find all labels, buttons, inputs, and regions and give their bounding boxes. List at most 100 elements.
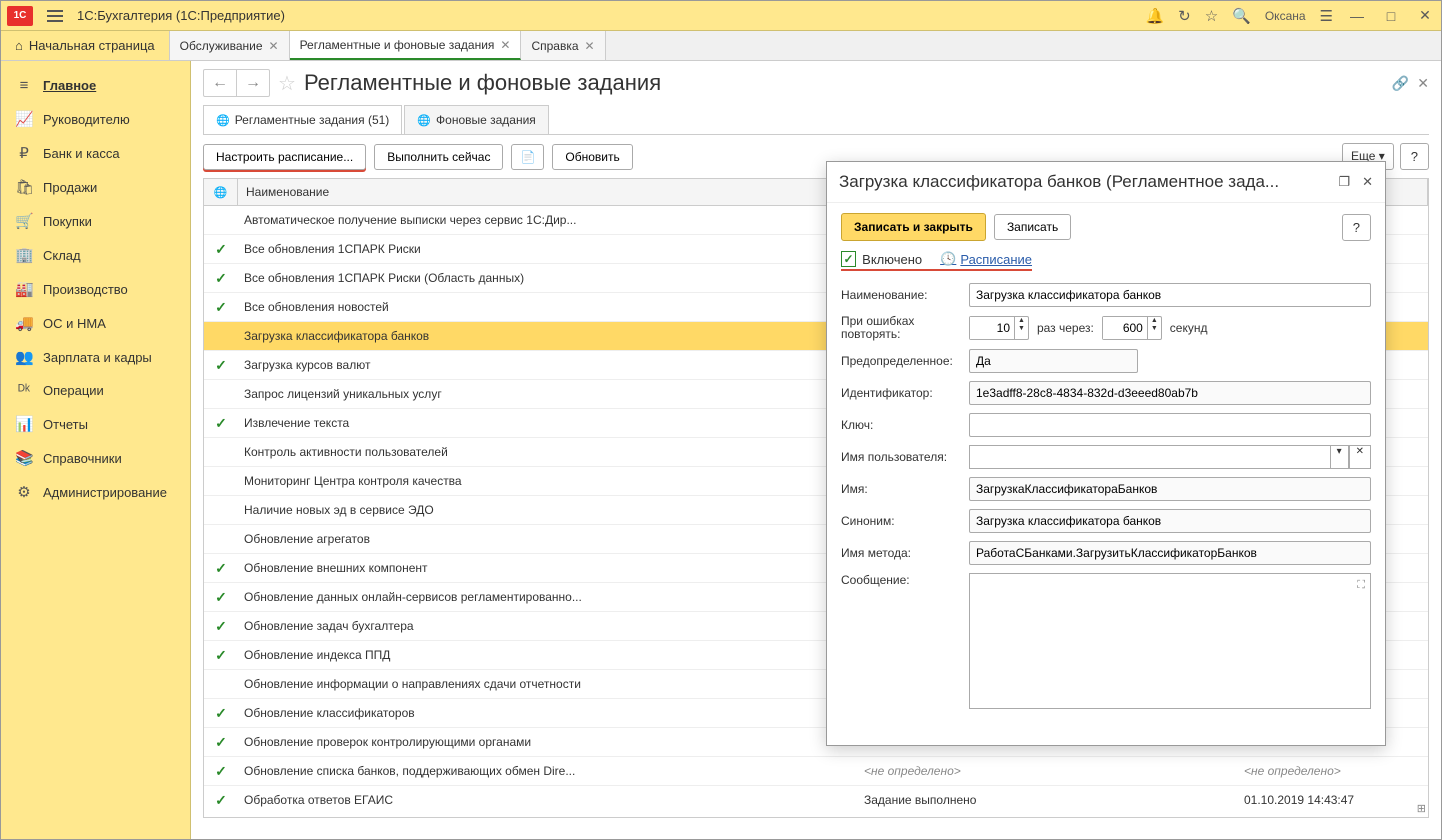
- close-tab-icon[interactable]: ✕: [1417, 75, 1429, 92]
- maximize-button[interactable]: □: [1381, 8, 1401, 24]
- tab-close-icon[interactable]: ✕: [585, 39, 595, 53]
- spinner-down-icon[interactable]: ▼: [1015, 325, 1028, 333]
- save-button[interactable]: Записать: [994, 214, 1071, 240]
- label-name: Наименование:: [841, 288, 961, 302]
- dialog-help-button[interactable]: ?: [1342, 214, 1371, 241]
- sidebar-item[interactable]: 🏢Склад: [1, 238, 190, 272]
- sidebar-item[interactable]: 📊Отчеты: [1, 407, 190, 441]
- dialog-close-icon[interactable]: ✕: [1362, 174, 1373, 190]
- sidebar-item-label: Банк и касса: [43, 146, 120, 161]
- search-icon[interactable]: 🔍: [1232, 7, 1251, 25]
- cell-name: Все обновления 1СПАРК Риски (Область дан…: [238, 271, 858, 285]
- help-button[interactable]: ?: [1400, 143, 1429, 170]
- tab-home[interactable]: ⌂ Начальная страница: [1, 31, 170, 60]
- cell-name: Запрос лицензий уникальных услуг: [238, 387, 858, 401]
- column-status-icon[interactable]: 🌐: [204, 179, 238, 205]
- save-close-button[interactable]: Записать и закрыть: [841, 213, 986, 241]
- input-message[interactable]: [969, 573, 1371, 709]
- check-icon: ✓: [204, 357, 238, 374]
- document-tab[interactable]: Регламентные и фоновые задания✕: [290, 31, 522, 60]
- expand-icon[interactable]: ⛶: [1357, 579, 1365, 592]
- nav-back-button[interactable]: ←: [204, 70, 236, 96]
- sidebar-item[interactable]: 📚Справочники: [1, 441, 190, 475]
- sidebar-item-icon: 📈: [15, 110, 33, 128]
- sidebar-item[interactable]: ⚙Администрирование: [1, 475, 190, 509]
- cell-name: Обновление агрегатов: [238, 532, 858, 546]
- sidebar-item-icon: ⚙: [15, 483, 33, 501]
- retry-count-input[interactable]: [970, 317, 1014, 339]
- sidebar-item[interactable]: 🛍Продажи: [1, 170, 190, 204]
- sidebar: ≡Главное📈Руководителю ₽ Банк и касса 🛍Прода…: [1, 61, 191, 839]
- sidebar-item[interactable]: 🏭Производство: [1, 272, 190, 306]
- run-now-button[interactable]: Выполнить сейчас: [374, 144, 503, 170]
- input-key[interactable]: [969, 413, 1371, 437]
- table-row[interactable]: ✓ Обработка ответов ЕГАИС Задание выполн…: [204, 786, 1428, 814]
- content-area: ← → ☆ Регламентные и фоновые задания 🔗 ✕…: [191, 61, 1441, 839]
- document-tab[interactable]: Справка✕: [521, 31, 605, 60]
- titlebar-actions: 🔔 ↻ ☆ 🔍 Оксана ☰ — □ ✕: [1145, 7, 1435, 25]
- globe-icon: 🌐: [417, 114, 431, 127]
- tab-label: Обслуживание: [180, 39, 263, 53]
- check-icon: ✓: [204, 705, 238, 722]
- favorite-star-icon[interactable]: ☆: [278, 71, 296, 96]
- cell-name: Загрузка курсов валют: [238, 358, 858, 372]
- refresh-button[interactable]: Обновить: [552, 144, 632, 170]
- sidebar-item-label: Главное: [43, 78, 96, 93]
- star-icon[interactable]: ☆: [1205, 7, 1218, 25]
- sidebar-item[interactable]: 🛒Покупки: [1, 204, 190, 238]
- input-method: [969, 541, 1371, 565]
- cell-name: Контроль активности пользователей: [238, 445, 858, 459]
- sidebar-item[interactable]: ᴰᵏОперации: [1, 374, 190, 407]
- subtab[interactable]: 🌐Регламентные задания (51): [203, 105, 402, 134]
- retry-count-spinner[interactable]: ▲▼: [969, 316, 1029, 340]
- schedule-link[interactable]: 🕓 Расписание: [940, 251, 1032, 267]
- cell-date: 01.10.2019 14:43:47: [1238, 793, 1428, 807]
- sidebar-item-icon: 🛍: [15, 178, 33, 196]
- spinner-down-icon[interactable]: ▼: [1148, 325, 1161, 333]
- table-row[interactable]: ✓ Обновление списка банков, поддерживающ…: [204, 757, 1428, 786]
- combo-clear-icon[interactable]: ✕: [1349, 445, 1371, 469]
- tab-close-icon[interactable]: ✕: [500, 38, 510, 52]
- close-button[interactable]: ✕: [1415, 7, 1435, 24]
- sidebar-item[interactable]: 🚚ОС и НМА: [1, 306, 190, 340]
- cell-state: <не определено>: [858, 764, 1238, 778]
- dialog-restore-icon[interactable]: ❐: [1338, 174, 1350, 190]
- sidebar-item-icon: 📚: [15, 449, 33, 467]
- enabled-checkbox[interactable]: ✓: [841, 251, 856, 267]
- minimize-button[interactable]: —: [1347, 8, 1367, 24]
- user-name[interactable]: Оксана: [1265, 9, 1306, 23]
- label-retry-times: раз через:: [1037, 321, 1094, 335]
- retry-interval-input[interactable]: [1103, 317, 1147, 339]
- input-name[interactable]: [969, 283, 1371, 307]
- cell-date: <не определено>: [1238, 764, 1428, 778]
- cell-state: Задание выполнено: [858, 793, 1238, 807]
- spinner-up-icon[interactable]: ▲: [1015, 317, 1028, 325]
- subtab[interactable]: 🌐Фоновые задания: [404, 105, 549, 134]
- column-name[interactable]: Наименование: [238, 179, 858, 205]
- menu-icon[interactable]: [43, 10, 67, 22]
- dialog-title: Загрузка классификатора банков (Регламен…: [839, 172, 1338, 192]
- nav-buttons: ← →: [203, 69, 270, 97]
- filter-icon[interactable]: ☰: [1320, 7, 1333, 25]
- view-button[interactable]: 📄: [511, 144, 544, 170]
- tab-close-icon[interactable]: ✕: [269, 39, 279, 53]
- label-method: Имя метода:: [841, 546, 961, 560]
- sidebar-item[interactable]: ≡Главное: [1, 69, 190, 102]
- history-icon[interactable]: ↻: [1178, 7, 1191, 25]
- sidebar-item[interactable]: ₽ Банк и касса: [1, 136, 190, 170]
- nav-forward-button[interactable]: →: [236, 70, 269, 96]
- cell-name: Обновление данных онлайн-сервисов реглам…: [238, 590, 858, 604]
- spinner-up-icon[interactable]: ▲: [1148, 317, 1161, 325]
- sidebar-item-icon: ₽: [15, 144, 33, 162]
- combo-dropdown-icon[interactable]: ▾: [1330, 445, 1349, 469]
- input-username[interactable]: [969, 445, 1330, 469]
- bell-icon[interactable]: 🔔: [1145, 7, 1164, 25]
- link-icon[interactable]: 🔗: [1392, 75, 1409, 92]
- document-tab[interactable]: Обслуживание ✕: [170, 31, 290, 60]
- schedule-button[interactable]: Настроить расписание...: [203, 144, 366, 170]
- input-predefined: [969, 349, 1138, 373]
- retry-interval-spinner[interactable]: ▲▼: [1102, 316, 1162, 340]
- sidebar-item[interactable]: 👥Зарплата и кадры: [1, 340, 190, 374]
- check-icon: ✓: [204, 734, 238, 751]
- sidebar-item[interactable]: 📈Руководителю: [1, 102, 190, 136]
